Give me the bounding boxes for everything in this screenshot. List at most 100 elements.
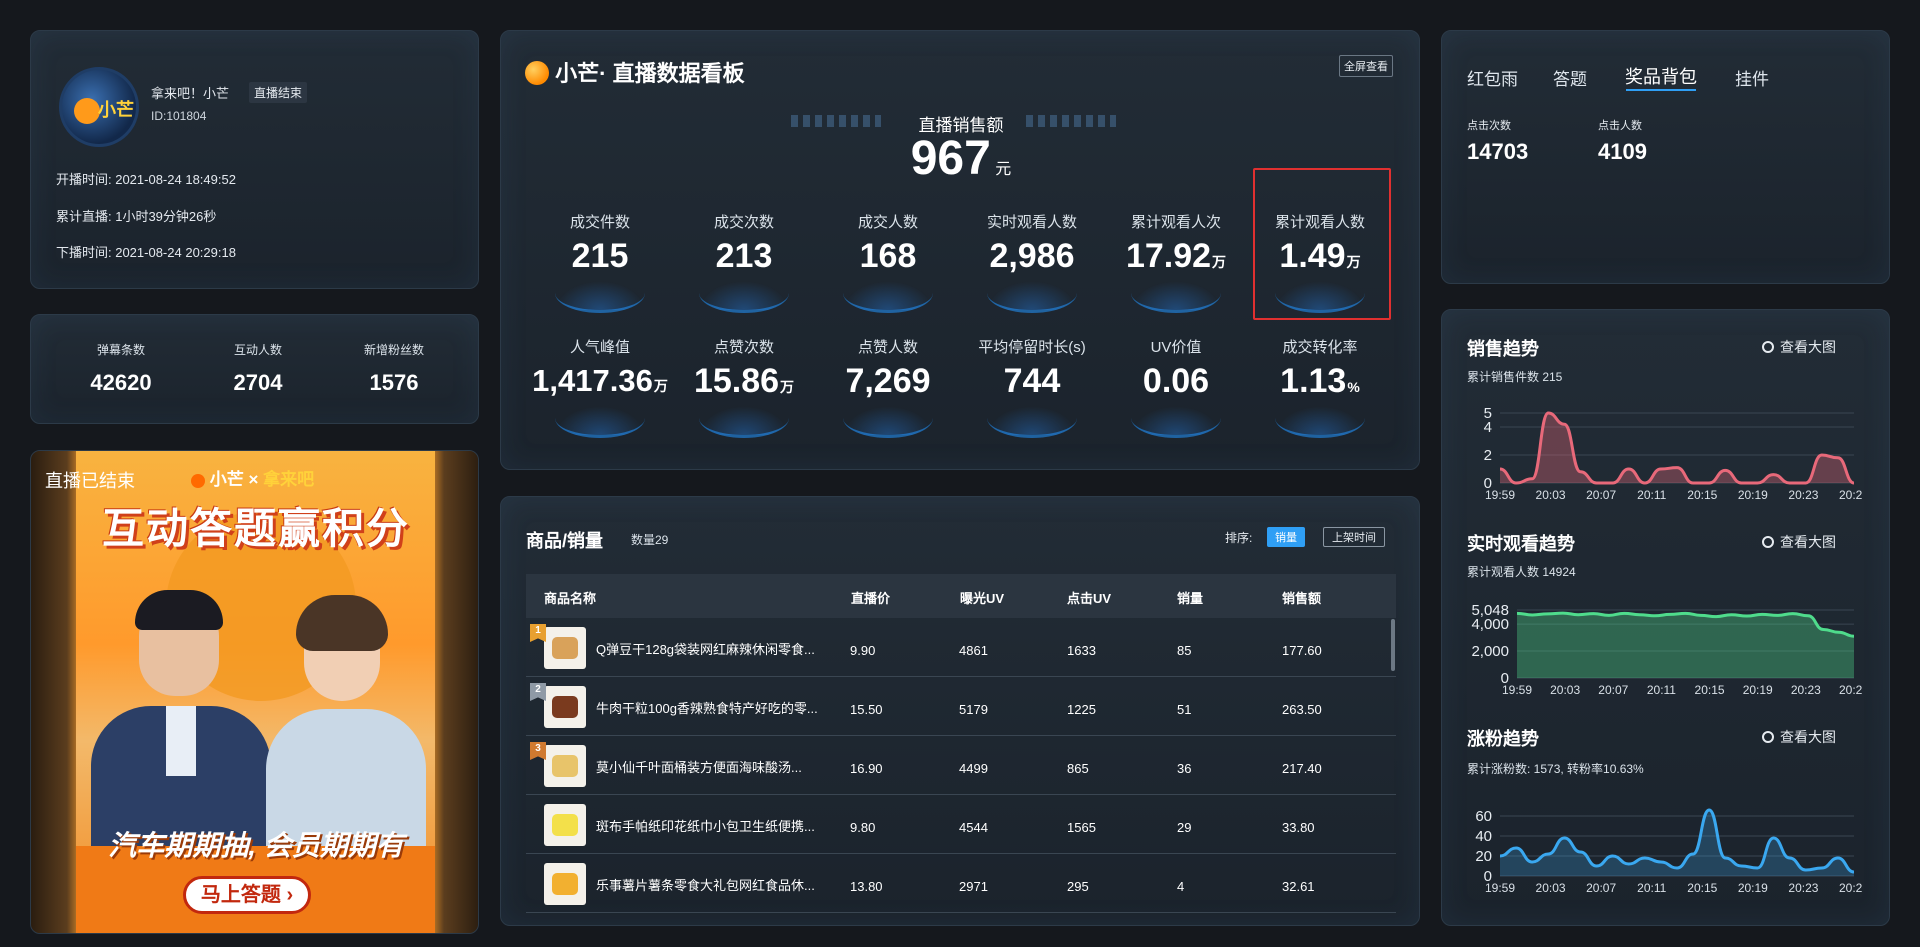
product-name[interactable]: 牛肉干粒100g香辣熟食特产好吃的零... — [596, 698, 818, 717]
poster-panel[interactable]: 直播已结束 小芒 × 拿来吧 互动答题赢积分 汽车期期抽, 会员期期有 马上答题… — [30, 450, 479, 934]
answer-now-label: 马上答题 — [200, 884, 281, 906]
y-tick-label: 4 — [1484, 419, 1492, 436]
brand-logo-icon — [525, 61, 549, 85]
y-tick-label: 40 — [1475, 828, 1492, 845]
sales-amount: 967 元 — [861, 131, 1061, 186]
stat-number: 15.86 — [693, 362, 780, 400]
stat-number: 17.92 — [1125, 237, 1212, 275]
product-revenue: 33.80 — [1282, 820, 1315, 835]
new-fans-value: 1576 — [369, 370, 419, 395]
zoom-icon — [1762, 536, 1774, 548]
product-exposure: 2971 — [959, 879, 988, 894]
table-scrollbar[interactable] — [1391, 619, 1395, 671]
stat-label: 点赞人数 — [857, 339, 918, 356]
stat-number: 213 — [715, 237, 773, 275]
stat-peak-popularity: 人气峰值 1,417.36万 — [530, 336, 670, 438]
x-tick-label: 20:27 — [1839, 683, 1862, 695]
product-name[interactable]: 乐事薯片薯条零食大礼包网红食品休... — [596, 875, 815, 894]
viewers-view-big-button[interactable]: 查看大图 — [1762, 532, 1836, 552]
live-status-text: 直播结束 — [254, 86, 303, 100]
x-tick-label: 20:19 — [1738, 881, 1768, 893]
active-tab-indicator — [1626, 89, 1696, 91]
stat-total-views: 累计观看人次 17.92万 — [1106, 211, 1246, 313]
product-name[interactable]: 斑布手帕纸印花纸巾小包卫生纸便携... — [596, 816, 815, 835]
interact-stat: 互动人数 2704 — [208, 341, 308, 396]
product-name[interactable]: Q弹豆干128g袋装网红麻辣休闲零食... — [596, 639, 815, 658]
tab-red-packet[interactable]: 红包雨 — [1467, 65, 1518, 90]
product-revenue: 217.40 — [1282, 761, 1322, 776]
product-name[interactable]: 莫小仙千叶面桶装方便面海味酸汤... — [596, 757, 802, 776]
stat-live-viewers: 实时观看人数 2,986 — [962, 211, 1102, 313]
new-fans-stat: 新增粉丝数 1576 — [344, 341, 444, 396]
fans-trend-title: 涨粉趋势 — [1467, 729, 1539, 749]
table-row[interactable]: 1 Q弹豆干128g袋装网红麻辣休闲零食... 9.90 4861 1633 85 177.… — [526, 618, 1396, 677]
table-row[interactable]: 3 莫小仙千叶面桶装方便面海味酸汤... 16.90 4499 865 36 217.40 — [526, 736, 1396, 795]
click-users-label: 点击人数 — [1598, 120, 1642, 132]
table-row[interactable]: 乐事薯片薯条零食大礼包网红食品休... 13.80 2971 295 4 32.61 — [526, 854, 1396, 913]
avatar-logo — [74, 98, 100, 124]
product-sales: 85 — [1177, 643, 1192, 658]
x-tick-label: 19:59 — [1502, 683, 1532, 695]
fullscreen-button[interactable]: 全屏查看 — [1339, 55, 1393, 77]
tab-quiz[interactable]: 答题 — [1553, 65, 1587, 90]
stat-label: 成交次数 — [713, 214, 774, 231]
stat-pedestal — [843, 281, 933, 313]
stat-number: 0.06 — [1142, 362, 1210, 400]
product-sales: 51 — [1177, 702, 1192, 717]
fullscreen-label: 全屏查看 — [1344, 61, 1388, 73]
interact-value: 2704 — [233, 370, 283, 395]
poster-headline: 互动答题赢积分 — [101, 505, 410, 552]
answer-now-button[interactable]: 马上答题 › — [183, 876, 311, 914]
stat-label: 累计观看人次 — [1130, 214, 1221, 231]
sales-trend-title: 销售趋势 — [1467, 339, 1539, 359]
stat-unit: 万 — [1212, 254, 1227, 270]
poster-logo: 小芒 × 拿来吧 — [191, 465, 314, 490]
stat-pedestal — [1131, 406, 1221, 438]
stat-value: 1.13% — [1250, 363, 1390, 405]
click-count-value: 14703 — [1467, 139, 1529, 164]
stat-unit: 万 — [780, 379, 795, 395]
product-clicks: 1565 — [1067, 820, 1096, 835]
rank-number: 3 — [535, 743, 541, 754]
stat-pedestal — [843, 406, 933, 438]
new-fans-label: 新增粉丝数 — [363, 343, 424, 357]
product-price: 15.50 — [850, 702, 883, 717]
stat-uv-value: UV价值 0.06 — [1106, 336, 1246, 438]
live-duration: 累计直播: 1小时39分钟26秒 — [56, 209, 217, 224]
view-big-label: 查看大图 — [1780, 534, 1836, 550]
sales-view-big-button[interactable]: 查看大图 — [1762, 337, 1836, 357]
stat-number: 1,417.36 — [532, 363, 653, 398]
stat-value: 17.92万 — [1106, 238, 1246, 280]
x-tick-label: 20:15 — [1695, 683, 1725, 695]
product-clicks: 295 — [1067, 879, 1089, 894]
x-tick-label: 20:23 — [1788, 488, 1818, 500]
tab-widget[interactable]: 挂件 — [1735, 65, 1769, 90]
x-tick-label: 20:03 — [1536, 881, 1566, 893]
product-price: 16.90 — [850, 761, 883, 776]
streamer-info-panel: 小芒 拿来吧！小芒 直播结束 ID:101804 开播时间: 2021-08-2… — [30, 30, 479, 289]
x-tick-label: 19:59 — [1485, 881, 1515, 893]
product-thumbnail — [544, 863, 586, 905]
stat-pedestal — [987, 406, 1077, 438]
host-left-figure — [81, 590, 281, 856]
interact-label: 互动人数 — [233, 343, 282, 357]
products-count: 数量29 — [631, 533, 669, 547]
poster-slogan: 汽车期期抽, 会员期期有 — [108, 830, 404, 861]
fans-view-big-button[interactable]: 查看大图 — [1762, 727, 1836, 747]
y-tick-label: 20 — [1475, 848, 1492, 865]
sort-sales-button[interactable]: 销量 — [1267, 527, 1305, 547]
x-tick-label: 20:27 — [1839, 488, 1862, 500]
sort-sales-label: 销量 — [1275, 532, 1297, 544]
x-tick-label: 19:59 — [1485, 488, 1515, 500]
stat-number: 1.13 — [1280, 362, 1347, 400]
highlight-box — [1253, 168, 1391, 320]
reward-panel: 红包雨 答题 奖品背包 挂件 点击次数 14703 点击人数 4109 — [1441, 30, 1890, 284]
table-row[interactable]: 斑布手帕纸印花纸巾小包卫生纸便携... 9.80 4544 1565 29 33.80 — [526, 795, 1396, 854]
x-tick-label: 20:03 — [1550, 683, 1580, 695]
danmu-stat: 弹幕条数 42620 — [71, 341, 171, 396]
tab-prize-bag[interactable]: 奖品背包 — [1625, 63, 1697, 89]
table-row[interactable]: 2 牛肉干粒100g香辣熟食特产好吃的零... 15.50 5179 1225 51 263… — [526, 677, 1396, 736]
stat-value: 168 — [818, 238, 958, 274]
product-sales: 4 — [1177, 879, 1185, 894]
sort-time-button[interactable]: 上架时间 — [1323, 527, 1385, 547]
